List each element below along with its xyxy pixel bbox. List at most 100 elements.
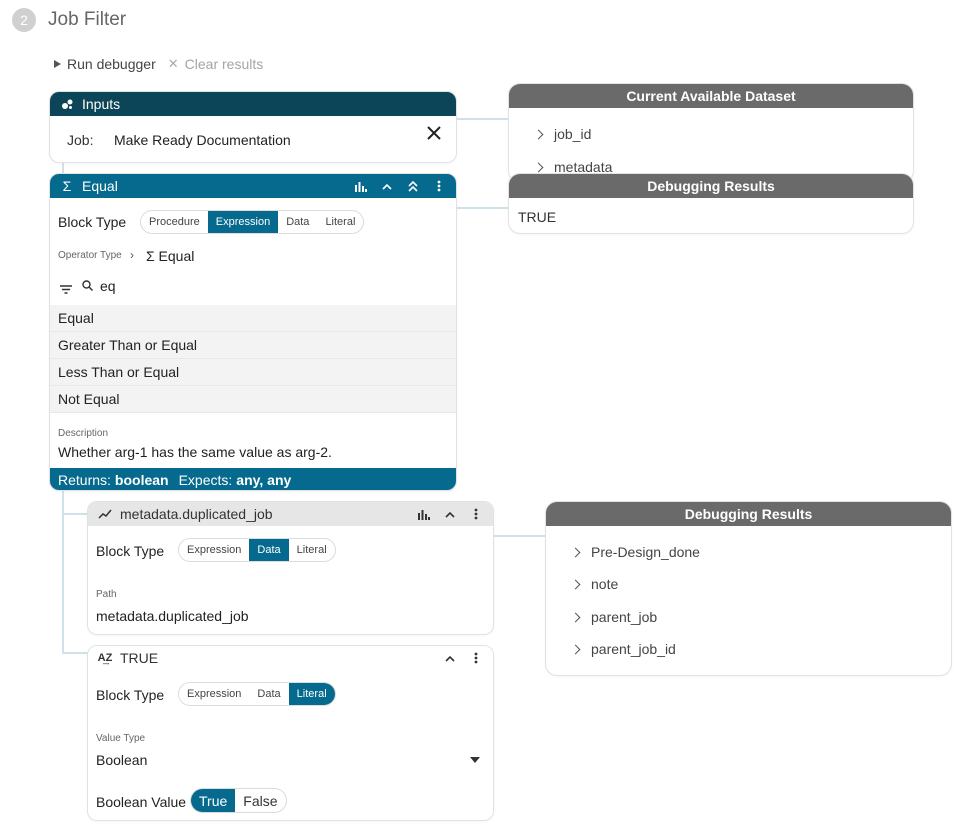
trend-line-icon xyxy=(98,509,112,519)
search-icon xyxy=(82,278,94,294)
operator-options-list: Equal Greater Than or Equal Less Than or… xyxy=(50,305,456,413)
inputs-card-header: Inputs xyxy=(50,92,456,116)
debug-results-title: Debugging Results xyxy=(684,506,813,522)
operator-option-lte[interactable]: Less Than or Equal xyxy=(50,359,456,386)
block-type-option-literal[interactable]: Literal xyxy=(317,211,363,233)
run-debugger-label: Run debugger xyxy=(67,56,156,72)
debug-result-item-label: note xyxy=(591,576,619,592)
block-type-option-data[interactable]: Data xyxy=(249,539,289,561)
literal-block-card: A͢Z TRUE Block Type Expression Data Lite… xyxy=(87,645,494,821)
block-type-option-data[interactable]: Data xyxy=(278,211,317,233)
operator-type-value[interactable]: Σ Equal xyxy=(146,248,194,264)
expects-value: any, any xyxy=(236,472,292,488)
debug-results-panel: Debugging Results TRUE xyxy=(508,173,914,234)
dataset-panel-title: Current Available Dataset xyxy=(626,88,796,104)
double-chevron-up-icon[interactable] xyxy=(406,180,420,192)
dropdown-caret-icon xyxy=(470,757,480,763)
dataset-panel-header: Current Available Dataset xyxy=(509,84,913,108)
breadcrumb-chevron-icon: › xyxy=(130,248,134,262)
description-label: Description xyxy=(58,428,109,439)
connector-line xyxy=(456,118,508,120)
job-label: Job: xyxy=(67,132,94,148)
debug-result-item[interactable]: note xyxy=(570,576,618,592)
equal-card-header: Σ Equal xyxy=(50,174,456,198)
literal-card-header: A͢Z TRUE xyxy=(88,646,493,670)
more-vert-icon[interactable] xyxy=(432,180,446,192)
step-number-badge: 2 xyxy=(12,8,36,32)
debug-result-item[interactable]: parent_job xyxy=(570,609,657,625)
filter-icon[interactable] xyxy=(60,281,72,297)
path-value[interactable]: metadata.duplicated_job xyxy=(96,608,249,624)
page-title: Job Filter xyxy=(48,9,127,30)
block-type-option-expression[interactable]: Expression xyxy=(179,683,249,705)
debug-result-value: TRUE xyxy=(518,209,557,225)
path-label: Path xyxy=(96,589,117,600)
returns-footer: Returns: boolean Expects: any, any xyxy=(50,468,456,490)
block-type-label: Block Type xyxy=(96,543,165,559)
block-type-option-literal[interactable]: Literal xyxy=(288,683,335,705)
returns-label: Returns: xyxy=(58,472,111,488)
bar-chart-icon[interactable] xyxy=(354,181,368,192)
data-card-title: metadata.duplicated_job xyxy=(120,506,273,522)
block-type-label: Block Type xyxy=(58,214,127,230)
clear-job-icon[interactable] xyxy=(426,125,442,144)
debug-result-item[interactable]: Pre-Design_done xyxy=(570,544,700,560)
value-type-label: Value Type xyxy=(96,733,146,744)
chevron-up-icon[interactable] xyxy=(443,511,457,518)
play-icon xyxy=(54,60,61,68)
debug-results-header: Debugging Results xyxy=(546,502,951,526)
block-type-option-procedure[interactable]: Procedure xyxy=(141,211,208,233)
returns-value: boolean xyxy=(114,472,169,488)
operator-option-not-equal[interactable]: Not Equal xyxy=(50,386,456,413)
operator-option-gte[interactable]: Greater Than or Equal xyxy=(50,332,456,359)
chevron-right-icon xyxy=(570,547,581,557)
clear-results-label: Clear results xyxy=(184,56,264,72)
text-type-icon: A͢Z xyxy=(97,652,113,664)
close-icon: ✕ xyxy=(167,56,179,71)
clear-results-button[interactable]: ✕ Clear results xyxy=(168,56,264,72)
connector-line xyxy=(456,207,508,209)
more-vert-icon[interactable] xyxy=(469,508,483,520)
block-type-option-expression[interactable]: Expression xyxy=(179,539,249,561)
sigma-icon: Σ xyxy=(62,178,72,194)
inputs-card: Inputs Job: Make Ready Documentation xyxy=(49,91,457,163)
block-type-option-literal[interactable]: Literal xyxy=(289,539,335,561)
chevron-up-icon[interactable] xyxy=(380,183,394,190)
operator-option-equal[interactable]: Equal xyxy=(50,305,456,332)
connector-line xyxy=(62,652,88,654)
chevron-right-icon xyxy=(533,129,544,139)
job-value[interactable]: Make Ready Documentation xyxy=(114,132,291,148)
debug-results-panel: Debugging Results Pre-Design_done note p… xyxy=(545,501,952,676)
boolean-option-true[interactable]: True xyxy=(191,789,236,812)
equal-expression-card: Σ Equal Block Type Procedure Expression … xyxy=(49,173,457,491)
chevron-right-icon xyxy=(570,644,581,654)
run-debugger-button[interactable]: Run debugger xyxy=(54,56,156,72)
debug-result-item-label: parent_job xyxy=(591,609,658,625)
data-card-header: metadata.duplicated_job xyxy=(88,502,493,526)
block-type-option-expression[interactable]: Expression xyxy=(207,211,279,233)
chevron-right-icon xyxy=(570,612,581,622)
value-type-value: Boolean xyxy=(96,752,148,768)
expects-label: Expects: xyxy=(178,472,233,488)
operator-type-label: Operator Type xyxy=(58,250,122,261)
bar-chart-icon[interactable] xyxy=(417,509,431,520)
more-vert-icon[interactable] xyxy=(469,652,483,664)
boolean-option-false[interactable]: False xyxy=(235,789,285,812)
operator-search-input[interactable]: eq xyxy=(100,278,116,294)
chevron-right-icon xyxy=(570,579,581,589)
equal-card-title: Equal xyxy=(82,178,118,194)
block-type-selector: Expression Data Literal xyxy=(178,538,336,562)
description-text: Whether arg-1 has the same value as arg-… xyxy=(58,444,332,460)
block-type-selector: Expression Data Literal xyxy=(178,682,336,706)
block-type-option-data[interactable]: Data xyxy=(249,683,288,705)
inputs-card-title: Inputs xyxy=(82,96,121,112)
chevron-up-icon[interactable] xyxy=(443,655,457,662)
block-type-selector: Procedure Expression Data Literal xyxy=(140,210,365,234)
data-block-card: metadata.duplicated_job Block Type Expre… xyxy=(87,501,494,635)
debug-result-item-label: parent_job_id xyxy=(591,641,676,657)
dataset-item-job-id[interactable]: job_id xyxy=(533,126,591,142)
value-type-select[interactable]: Boolean xyxy=(96,752,480,768)
dataset-panel: Current Available Dataset job_id metadat… xyxy=(508,83,914,183)
block-type-label: Block Type xyxy=(96,687,165,703)
debug-result-item[interactable]: parent_job_id xyxy=(570,641,676,657)
